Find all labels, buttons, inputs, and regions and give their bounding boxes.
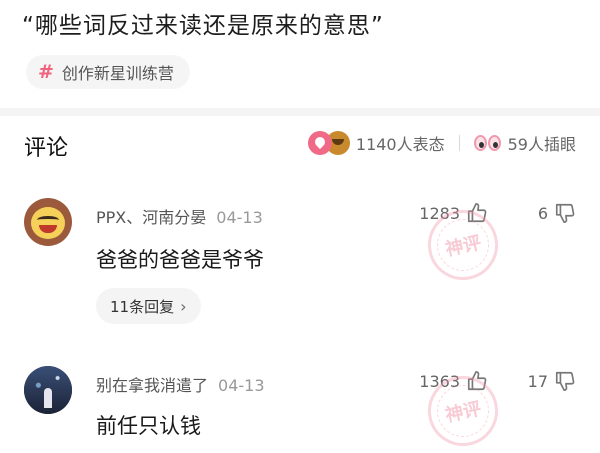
avatar[interactable] <box>24 198 72 246</box>
replies-label: 11条回复 <box>110 297 175 316</box>
thumbs-down-icon <box>555 371 575 391</box>
comment-user[interactable]: 别在拿我消遣了 04-13 <box>96 372 265 396</box>
comment-date: 04-13 <box>216 208 263 227</box>
reactions-separator <box>458 135 460 151</box>
comments-header: 评论 1140人表态 59人插眼 <box>0 116 600 172</box>
user-name[interactable]: 别在拿我消遣了 <box>96 376 208 395</box>
topic-tag-label: 创作新星训练营 <box>61 64 174 83</box>
section-divider <box>0 108 600 116</box>
thumbs-down-icon <box>555 203 575 223</box>
insert-eyes-count: 59人插眼 <box>507 135 576 154</box>
view-replies-button[interactable]: 11条回复 › <box>96 288 201 324</box>
eyes-icon <box>473 133 502 153</box>
comments-title: 评论 <box>24 136 69 161</box>
dislike-button[interactable]: 17 <box>528 370 576 392</box>
reactions-summary[interactable]: 1140人表态 59人插眼 <box>307 128 576 158</box>
avatar[interactable] <box>24 366 72 414</box>
heart-reaction-icon <box>307 131 332 155</box>
user-name[interactable]: PPX、河南分晏 <box>96 208 206 227</box>
chevron-right-icon: › <box>180 296 187 316</box>
topic-tag[interactable]: # 创作新星训练营 <box>26 55 190 89</box>
comment-date: 04-13 <box>218 376 265 395</box>
hashtag-icon: # <box>38 61 54 83</box>
post-title: “哪些词反过来读还是原来的意思” <box>22 13 384 39</box>
dislike-count: 17 <box>527 371 548 391</box>
comment-text: 爸爸的爸爸是爷爷 <box>96 248 264 272</box>
dislike-button[interactable]: 6 <box>538 202 576 224</box>
comment-text: 前任只认钱 <box>96 414 201 438</box>
comment-user[interactable]: PPX、河南分晏 04-13 <box>96 204 263 228</box>
reactions-count: 1140人表态 <box>355 135 445 154</box>
dislike-count: 6 <box>537 203 548 223</box>
